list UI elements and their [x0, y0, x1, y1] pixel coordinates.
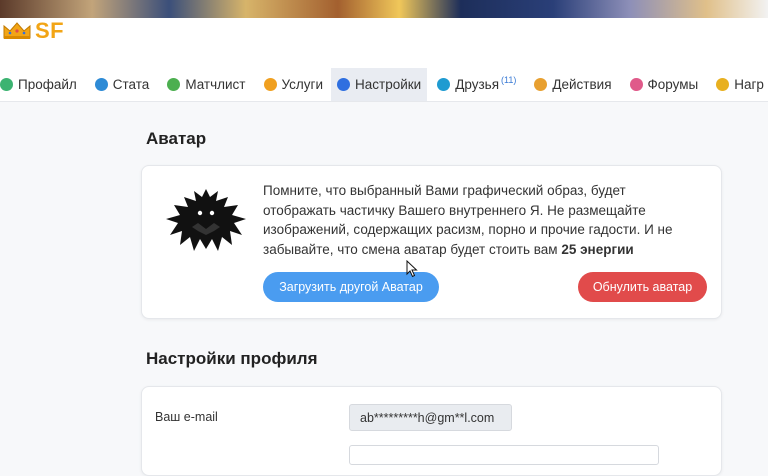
forums-icon	[629, 78, 643, 91]
stats-icon	[94, 78, 108, 91]
nav-item-2[interactable]: Матчлист	[157, 68, 253, 101]
avatar-section-title: Аватар	[146, 129, 207, 148]
awards-icon	[716, 78, 730, 91]
matchlist-icon	[167, 78, 181, 91]
nav-item-4[interactable]: Настройки	[331, 68, 428, 101]
nav-item-8[interactable]: Нагр	[706, 68, 768, 101]
crown-icon	[3, 22, 31, 39]
nav-item-label: Профайл	[18, 77, 77, 92]
settings-icon	[337, 78, 351, 91]
email-field[interactable]: ab*********h@gm**l.com	[349, 404, 512, 431]
nav-item-6[interactable]: Действия	[524, 68, 619, 101]
main-nav: Профайл Стата Матчлист Услуги Настройки Друзь…	[0, 68, 768, 102]
next-field[interactable]	[349, 445, 659, 465]
services-icon	[263, 78, 277, 91]
avatar-description: Помните, что выбранный Вами графический …	[263, 181, 693, 259]
nav-item-3[interactable]: Услуги	[254, 68, 332, 101]
avatar-image	[166, 189, 246, 251]
site-header	[0, 18, 768, 68]
friends-count-badge: (11)	[501, 74, 517, 85]
nav-item-label: Настройки	[355, 77, 422, 92]
nav-item-7[interactable]: Форумы	[620, 68, 707, 101]
nav-item-label: Матчлист	[185, 77, 246, 92]
logo-text: SF	[35, 18, 65, 43]
nav-item-label: Друзья	[455, 77, 500, 92]
header-banner	[0, 0, 768, 18]
profile-icon	[0, 78, 13, 91]
reset-avatar-button[interactable]: Обнулить аватар	[578, 272, 707, 302]
nav-item-0[interactable]: Профайл	[0, 68, 85, 101]
nav-item-1[interactable]: Стата	[85, 68, 158, 101]
nav-item-5[interactable]: Друзья (11)	[427, 68, 524, 101]
nav-item-label: Действия	[552, 77, 612, 92]
nav-item-label: Нагр	[734, 77, 764, 92]
email-label: Ваш e-mail	[155, 410, 218, 424]
mouse-cursor-icon	[406, 260, 418, 278]
actions-icon	[534, 78, 548, 91]
nav-item-label: Стата	[112, 77, 150, 92]
friends-icon	[437, 78, 451, 91]
site-logo[interactable]: SF	[2, 18, 64, 44]
profile-section-title: Настройки профиля	[146, 349, 318, 368]
nav-item-label: Услуги	[281, 77, 324, 92]
nav-item-label: Форумы	[647, 77, 699, 92]
avatar-cost: 25 энергии	[561, 241, 634, 257]
